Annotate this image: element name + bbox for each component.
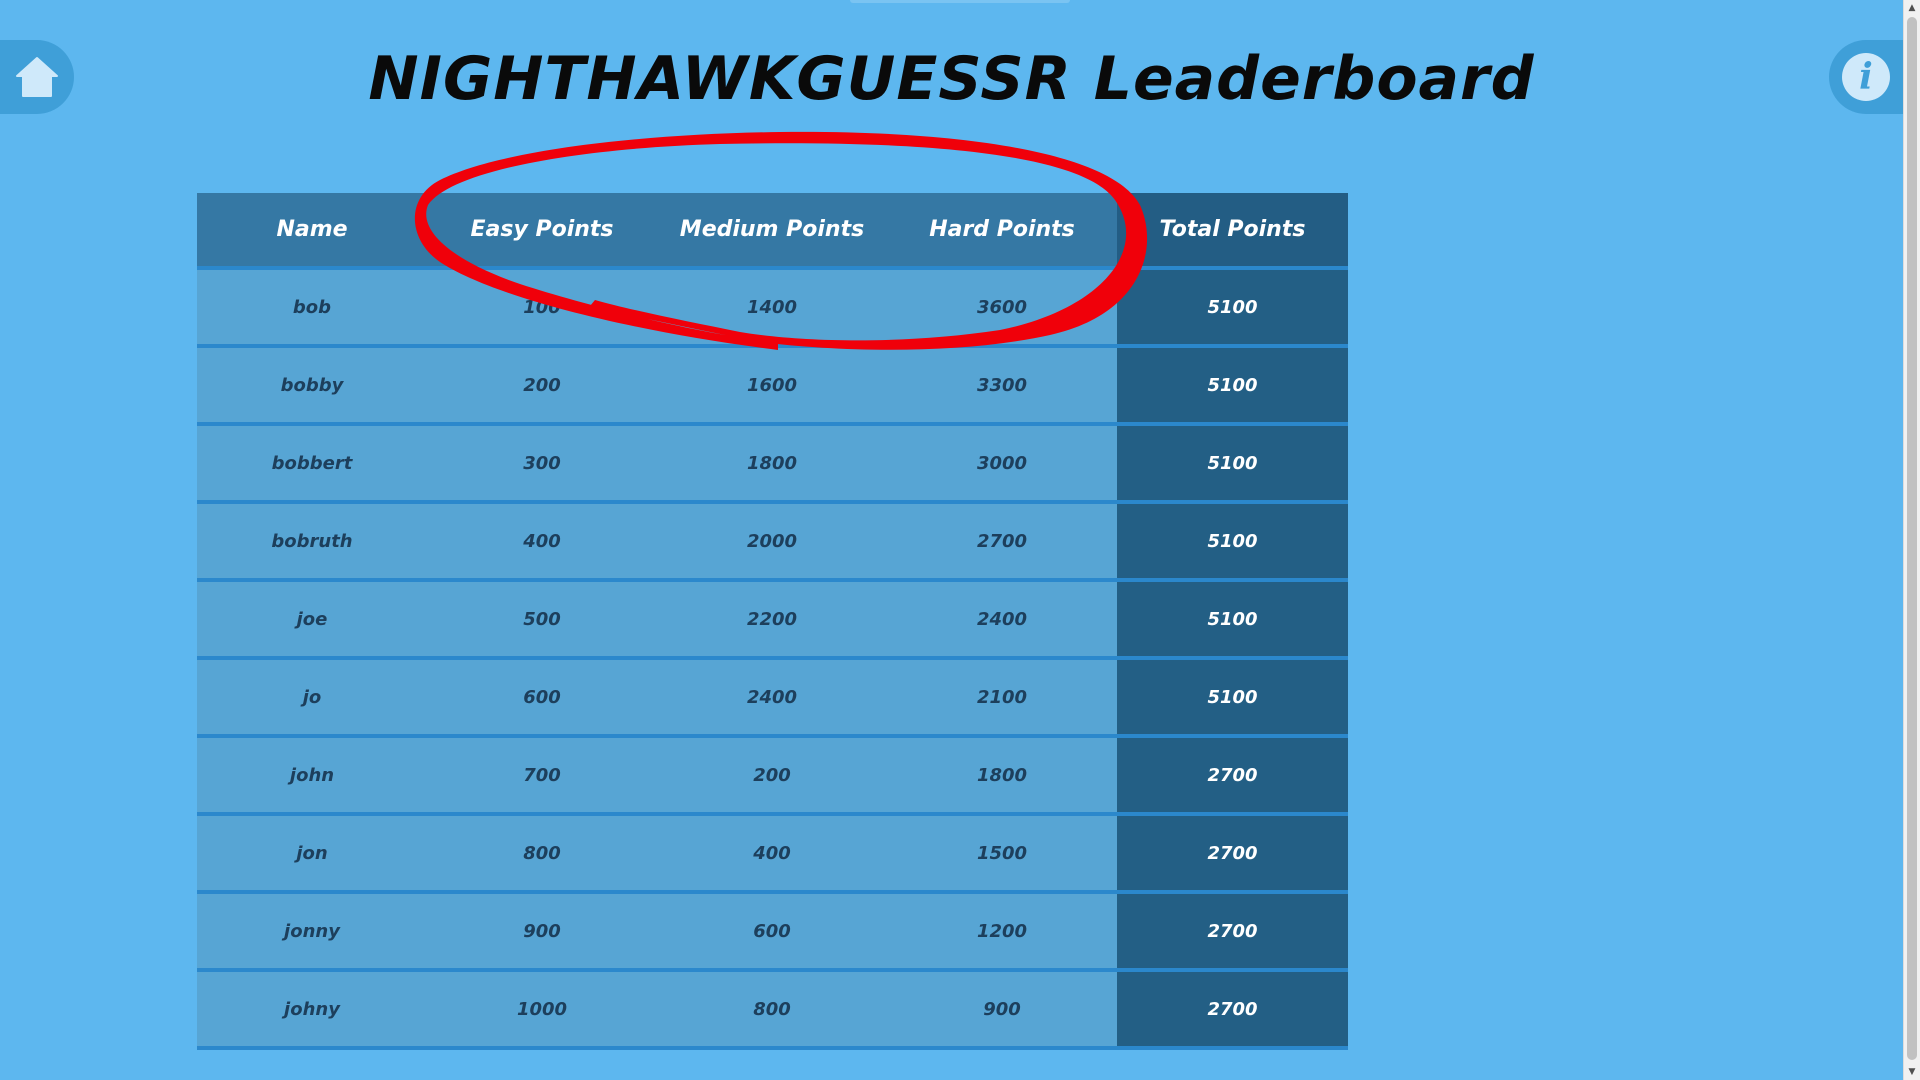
cell-name: bob — [197, 268, 427, 348]
scroll-down-arrow-icon[interactable]: ▼ — [1904, 1064, 1920, 1080]
table-row: bobbert 300 1800 3000 5100 — [197, 424, 1348, 504]
page-title: NIGHTHAWKGUESSR Leaderboard — [368, 44, 1535, 114]
cell-total-points: 5100 — [1117, 580, 1348, 660]
cell-easy-points: 800 — [427, 814, 657, 894]
column-header-name: Name — [197, 193, 427, 270]
table-row: jonny 900 600 1200 2700 — [197, 892, 1348, 972]
table-row: johny 1000 800 900 2700 — [197, 970, 1348, 1050]
column-header-medium-points: Medium Points — [657, 193, 887, 270]
cell-medium-points: 2400 — [657, 658, 887, 738]
cell-total-points: 5100 — [1117, 658, 1348, 738]
table-row: bobruth 400 2000 2700 5100 — [197, 502, 1348, 582]
cell-name: joe — [197, 580, 427, 660]
cell-easy-points: 600 — [427, 658, 657, 738]
cell-medium-points: 400 — [657, 814, 887, 894]
table-row: joe 500 2200 2400 5100 — [197, 580, 1348, 660]
info-icon: i — [1842, 53, 1890, 101]
table-row: john 700 200 1800 2700 — [197, 736, 1348, 816]
cell-name: bobby — [197, 346, 427, 426]
cell-total-points: 2700 — [1117, 970, 1348, 1050]
cell-total-points: 2700 — [1117, 892, 1348, 972]
cell-hard-points: 3600 — [887, 268, 1117, 348]
table-row: bob 100 1400 3600 5100 — [197, 268, 1348, 348]
cell-easy-points: 900 — [427, 892, 657, 972]
column-header-hard-points: Hard Points — [887, 193, 1117, 270]
info-button[interactable]: i — [1829, 40, 1903, 114]
cell-medium-points: 600 — [657, 892, 887, 972]
cell-name: jonny — [197, 892, 427, 972]
cell-medium-points: 2000 — [657, 502, 887, 582]
cell-easy-points: 700 — [427, 736, 657, 816]
scroll-up-arrow-icon[interactable]: ▲ — [1904, 0, 1920, 16]
cell-medium-points: 1600 — [657, 346, 887, 426]
scrollbar-thumb[interactable] — [1907, 17, 1917, 1060]
cell-medium-points: 800 — [657, 970, 887, 1050]
cell-medium-points: 200 — [657, 736, 887, 816]
table-row: bobby 200 1600 3300 5100 — [197, 346, 1348, 426]
cell-hard-points: 2700 — [887, 502, 1117, 582]
cell-total-points: 2700 — [1117, 814, 1348, 894]
cell-medium-points: 1400 — [657, 268, 887, 348]
column-header-total-points: Total Points — [1117, 193, 1348, 270]
cell-easy-points: 300 — [427, 424, 657, 504]
cell-hard-points: 3000 — [887, 424, 1117, 504]
cell-total-points: 2700 — [1117, 736, 1348, 816]
cell-easy-points: 500 — [427, 580, 657, 660]
cell-hard-points: 3300 — [887, 346, 1117, 426]
cell-total-points: 5100 — [1117, 502, 1348, 582]
cell-name: john — [197, 736, 427, 816]
header-row: Name Easy Points Medium Points Hard Poin… — [197, 193, 1348, 270]
leaderboard-table: Name Easy Points Medium Points Hard Poin… — [197, 193, 1348, 1050]
table-row: jo 600 2400 2100 5100 — [197, 658, 1348, 738]
cell-name: bobruth — [197, 502, 427, 582]
cell-hard-points: 1200 — [887, 892, 1117, 972]
cell-total-points: 5100 — [1117, 346, 1348, 426]
vertical-scrollbar[interactable]: ▲ ▼ — [1903, 0, 1920, 1080]
cell-hard-points: 1500 — [887, 814, 1117, 894]
cell-total-points: 5100 — [1117, 424, 1348, 504]
cell-hard-points: 1800 — [887, 736, 1117, 816]
cell-name: jon — [197, 814, 427, 894]
cell-name: jo — [197, 658, 427, 738]
cell-easy-points: 200 — [427, 346, 657, 426]
table-row: jon 800 400 1500 2700 — [197, 814, 1348, 894]
cell-hard-points: 2100 — [887, 658, 1117, 738]
cell-name: johny — [197, 970, 427, 1050]
cell-name: bobbert — [197, 424, 427, 504]
column-header-easy-points: Easy Points — [427, 193, 657, 270]
cell-hard-points: 2400 — [887, 580, 1117, 660]
cell-easy-points: 100 — [427, 268, 657, 348]
cell-easy-points: 1000 — [427, 970, 657, 1050]
cell-medium-points: 2200 — [657, 580, 887, 660]
cell-hard-points: 900 — [887, 970, 1117, 1050]
cell-medium-points: 1800 — [657, 424, 887, 504]
cell-easy-points: 400 — [427, 502, 657, 582]
top-tab — [850, 0, 1070, 3]
cell-total-points: 5100 — [1117, 268, 1348, 348]
